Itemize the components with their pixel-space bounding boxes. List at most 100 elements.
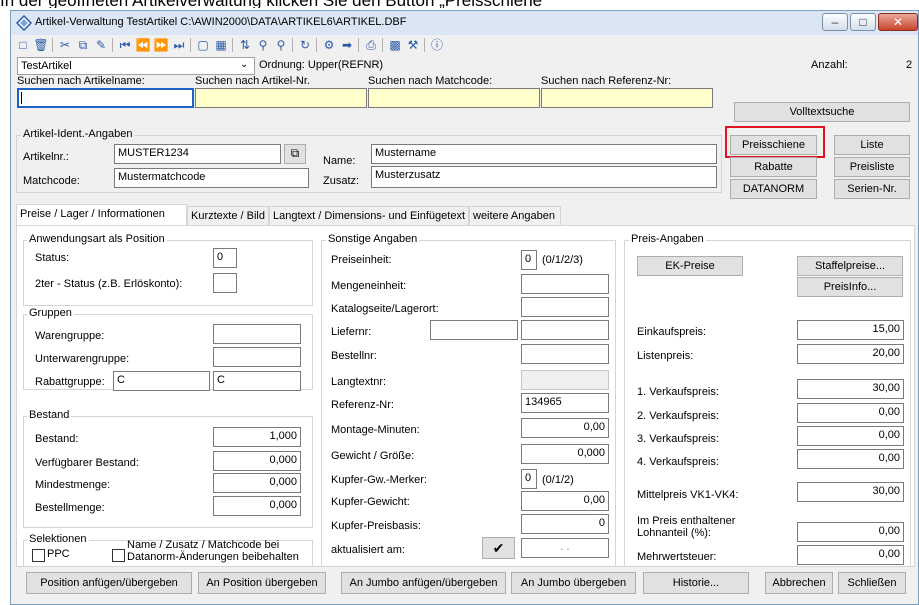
copy-icon: ⧉ [290, 146, 300, 160]
search-matchcode-input[interactable] [368, 88, 540, 108]
search-name-input[interactable] [17, 88, 194, 108]
kupfer-gewicht-field[interactable]: 0,00 [521, 491, 609, 511]
status2-field[interactable] [213, 273, 237, 293]
schliessen-button[interactable]: Schließen [838, 572, 906, 594]
form-view-icon[interactable]: ▢ [195, 37, 211, 53]
rabattgruppe-label: Rabattgruppe: [35, 376, 105, 388]
prev-page-icon[interactable]: ⏪ [135, 37, 151, 53]
bestellmenge-field[interactable]: 0,000 [213, 496, 301, 516]
fulltext-search-button[interactable]: Volltextsuche [734, 102, 910, 122]
rabatte-button[interactable]: Rabatte [730, 157, 817, 177]
search-next-icon[interactable]: ⚲ [273, 37, 289, 53]
kupfer-preisbasis-field[interactable]: 0 [521, 514, 609, 534]
montage-field[interactable]: 0,00 [521, 418, 609, 438]
bestellnr-field[interactable] [521, 344, 609, 364]
historie-button[interactable]: Historie... [643, 572, 749, 594]
preisliste-button[interactable]: Preisliste [834, 157, 910, 177]
staffelpreise-button[interactable]: Staffelpreise... [797, 256, 903, 276]
filter-icon[interactable]: ⚙ [321, 37, 337, 53]
minimize-button[interactable]: – [822, 13, 848, 31]
goto-icon[interactable]: ➡ [339, 37, 355, 53]
ek-preise-button[interactable]: EK-Preise [637, 256, 743, 276]
search-icon[interactable]: ⚲ [255, 37, 271, 53]
mwst-label: Mehrwertsteuer: [637, 551, 717, 563]
copy-artikelnr-button[interactable]: ⧉ [284, 144, 306, 164]
toolbar-separator [316, 38, 317, 52]
next-page-icon[interactable]: ⏩ [153, 37, 169, 53]
name-field[interactable]: Mustername [371, 144, 717, 164]
zusatz-field[interactable]: Musterzusatz [371, 166, 717, 188]
aktualisiert-check-button[interactable]: ✔ [482, 537, 515, 559]
listenpreis-field[interactable]: 20,00 [797, 344, 904, 364]
tab-langtext[interactable]: Langtext / Dimensions- und Einfügetext [269, 206, 469, 226]
liefernr-field-a[interactable] [430, 320, 518, 340]
katalog-field[interactable] [521, 297, 609, 317]
ppc-checkbox[interactable] [32, 549, 45, 562]
seriennr-button[interactable]: Serien-Nr. [834, 179, 910, 199]
preiseinheit-field[interactable]: 0 [521, 250, 537, 270]
rabattgruppe-field-a[interactable]: C [113, 371, 210, 391]
tab-preise-lager[interactable]: Preise / Lager / Informationen [16, 204, 187, 226]
matchcode-field[interactable]: Mustermatchcode [114, 168, 309, 188]
vk2-field[interactable]: 0,00 [797, 403, 904, 423]
vk4-field[interactable]: 0,00 [797, 449, 904, 469]
jumbo-anfuegen-button[interactable]: An Jumbo anfügen/übergeben [341, 572, 506, 594]
liefernr-field-b[interactable] [521, 320, 609, 340]
paste-icon[interactable]: ✎ [93, 37, 109, 53]
title-bar: Artikel-Verwaltung TestArtikel C:\AWIN20… [11, 11, 918, 35]
vk3-field[interactable]: 0,00 [797, 426, 904, 446]
unterwarengruppe-field[interactable] [213, 347, 301, 367]
delete-icon[interactable]: 🗑 [33, 37, 49, 53]
kupfer-preisbasis-label: Kupfer-Preisbasis: [331, 520, 421, 532]
table-view-icon[interactable]: ▦ [213, 37, 229, 53]
refresh-icon[interactable]: ↻ [297, 37, 313, 53]
report-icon[interactable]: ▩ [387, 37, 403, 53]
sort-order-label: Ordnung: Upper(REFNR) [259, 59, 384, 71]
mwst-field[interactable]: 0,00 [797, 545, 904, 565]
search-refnr-input[interactable] [541, 88, 713, 108]
keep-names-checkbox[interactable] [112, 549, 125, 562]
table-select[interactable]: TestArtikel ⌄ [17, 57, 255, 75]
bestand-field[interactable]: 1,000 [213, 427, 301, 447]
search-artnr-label: Suchen nach Artikel-Nr. [195, 75, 310, 87]
unterwarengruppe-label: Unterwarengruppe: [35, 353, 130, 365]
last-record-icon[interactable]: ⏭ [171, 37, 187, 53]
einkaufspreis-field[interactable]: 15,00 [797, 320, 904, 340]
cut-icon[interactable]: ✂ [57, 37, 73, 53]
vk1-field[interactable]: 30,00 [797, 379, 904, 399]
liste-button[interactable]: Liste [834, 135, 910, 155]
artikelnr-field[interactable]: MUSTER1234 [114, 144, 281, 164]
settings-icon[interactable]: ⚒ [405, 37, 421, 53]
status-field[interactable]: 0 [213, 248, 237, 268]
kupfer-merker-field[interactable]: 0 [521, 469, 537, 489]
an-position-button[interactable]: An Position übergeben [198, 572, 326, 594]
toolbar-separator [358, 38, 359, 52]
mittelpreis-field[interactable]: 30,00 [797, 482, 904, 502]
maximize-button[interactable]: □ [850, 13, 876, 31]
an-jumbo-button[interactable]: An Jumbo übergeben [511, 572, 636, 594]
mengeneinheit-field[interactable] [521, 274, 609, 294]
gewicht-field[interactable]: 0,000 [521, 444, 609, 464]
mindestmenge-field[interactable]: 0,000 [213, 473, 301, 493]
sort-icon[interactable]: ⇅ [237, 37, 253, 53]
tab-kurztexte[interactable]: Kurztexte / Bild [187, 206, 269, 226]
aktualisiert-field[interactable]: . . [521, 538, 609, 558]
position-anfuegen-button[interactable]: Position anfügen/übergeben [26, 572, 192, 594]
warengruppe-field[interactable] [213, 324, 301, 344]
datanorm-button[interactable]: DATANORM [730, 179, 817, 199]
print-icon[interactable]: ⎙ [363, 37, 379, 53]
verfuegbar-field[interactable]: 0,000 [213, 451, 301, 471]
search-artnr-input[interactable] [195, 88, 367, 108]
first-record-icon[interactable]: ⏮ [117, 37, 133, 53]
referenz-field[interactable]: 134965 [521, 393, 609, 413]
rabattgruppe-field-b[interactable]: C [213, 371, 301, 391]
copy-icon[interactable]: ⧉ [75, 37, 91, 53]
tab-weitere-angaben[interactable]: weitere Angaben [469, 206, 561, 226]
lohnanteil-field[interactable]: 0,00 [797, 522, 904, 542]
info-icon[interactable]: ⓘ [429, 37, 445, 53]
preisinfo-button[interactable]: PreisInfo... [797, 277, 903, 297]
close-button[interactable]: ✕ [878, 13, 918, 31]
new-doc-icon[interactable]: □ [15, 37, 31, 53]
abbrechen-button[interactable]: Abbrechen [765, 572, 833, 594]
preisschiene-button[interactable]: Preisschiene [730, 135, 817, 155]
